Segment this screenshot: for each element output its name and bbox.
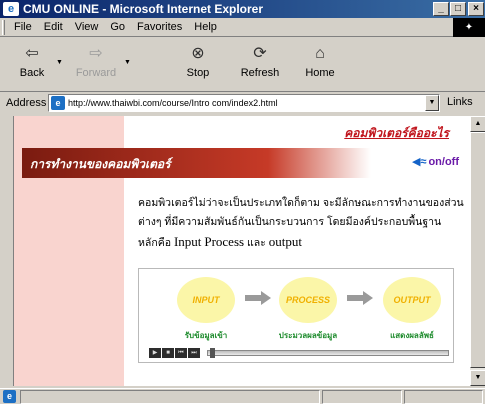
refresh-icon: ⟳ bbox=[253, 45, 267, 62]
menu-go[interactable]: Go bbox=[104, 21, 131, 33]
process-caption: ประมวลผลข้อมูล bbox=[278, 331, 338, 340]
menu-file[interactable]: File bbox=[8, 21, 38, 33]
title-bar: e CMU ONLINE - Microsoft Internet Explor… bbox=[0, 0, 485, 18]
back-button[interactable]: ⇦ Back bbox=[14, 41, 50, 87]
scroll-up-icon[interactable]: ▲ bbox=[470, 116, 485, 132]
address-bar: Address e http://www.thaiwbi.com/course/… bbox=[0, 92, 485, 114]
address-input[interactable]: e http://www.thaiwbi.com/course/Intro co… bbox=[48, 94, 440, 112]
rewind-button[interactable]: ⏮ bbox=[175, 347, 187, 358]
refresh-button[interactable]: ⟳ Refresh bbox=[234, 41, 286, 87]
paragraph-line-1: คอมพิวเตอร์ไม่ว่าจะเป็นประเภทใดก็ตาม จะม… bbox=[138, 197, 464, 209]
paragraph-prefix: หลักคือ bbox=[138, 237, 172, 249]
scroll-thumb[interactable] bbox=[470, 132, 485, 368]
paragraph-line-3: หลักคือ Input Process และ output bbox=[138, 232, 468, 253]
page-viewport: คอมพิวเตอร์คืออะไร การทำงานของคอมพิวเตอร… bbox=[14, 116, 469, 386]
input-caption: รับข้อมูลเข้า bbox=[184, 331, 228, 340]
input-node: INPUT bbox=[177, 277, 235, 323]
fast-forward-button[interactable]: ⏭ bbox=[188, 347, 200, 358]
home-label: Home bbox=[305, 67, 335, 79]
banner-title: การทำงานของคอมพิวเตอร์ bbox=[30, 157, 171, 171]
term-process: Process bbox=[204, 234, 245, 249]
stop-label: Stop bbox=[186, 67, 210, 79]
menu-help[interactable]: Help bbox=[188, 21, 223, 33]
sound-toggle[interactable]: ◀≈ on/off bbox=[412, 155, 459, 168]
paragraph-line-2: ต่างๆ ที่มีความสัมพันธ์กันเป็นกระบวนการ … bbox=[138, 216, 442, 228]
window-title: CMU ONLINE - Microsoft Internet Explorer bbox=[23, 2, 264, 16]
home-icon: ⌂ bbox=[315, 45, 325, 62]
maximize-button[interactable]: □ bbox=[450, 2, 466, 16]
term-input: Input bbox=[173, 234, 202, 249]
menu-favorites[interactable]: Favorites bbox=[131, 21, 188, 33]
address-label: Address bbox=[6, 97, 47, 109]
output-node: OUTPUT bbox=[383, 277, 441, 323]
term-output: output bbox=[268, 234, 302, 249]
status-text-pane bbox=[20, 390, 320, 404]
page-icon: e bbox=[51, 96, 65, 110]
menubar-grip bbox=[2, 19, 5, 35]
output-caption: แสดงผลลัพธ์ bbox=[390, 331, 434, 340]
back-arrow-icon: ⇦ bbox=[25, 45, 39, 62]
vertical-scrollbar[interactable]: ▲ ▼ bbox=[469, 116, 485, 386]
left-frame bbox=[0, 116, 14, 386]
status-security-pane bbox=[404, 390, 483, 404]
minimize-button[interactable]: _ bbox=[433, 2, 449, 16]
arrow-icon bbox=[347, 291, 373, 305]
play-button[interactable]: ▶ bbox=[149, 347, 161, 358]
ie-logo-icon: e bbox=[3, 2, 19, 16]
menu-view[interactable]: View bbox=[69, 21, 105, 33]
and-word: และ bbox=[246, 237, 266, 249]
sound-toggle-label: on/off bbox=[428, 156, 459, 168]
back-dropdown-icon[interactable]: ▼ bbox=[56, 59, 63, 66]
menu-bar: File Edit View Go Favorites Help ✦ bbox=[0, 18, 485, 37]
stop-media-button[interactable]: ■ bbox=[162, 347, 174, 358]
seek-handle[interactable] bbox=[210, 347, 215, 358]
stop-button[interactable]: ⊗ Stop bbox=[180, 41, 216, 87]
forward-dropdown-icon[interactable]: ▼ bbox=[124, 59, 131, 66]
throbber-icon: ✦ bbox=[453, 18, 485, 37]
process-node: PROCESS bbox=[279, 277, 337, 323]
scroll-down-icon[interactable]: ▼ bbox=[470, 370, 485, 386]
stop-icon: ⊗ bbox=[191, 45, 205, 62]
speaker-icon: ◀≈ bbox=[411, 156, 427, 168]
address-dropdown-icon[interactable]: ▼ bbox=[425, 95, 439, 111]
links-button[interactable]: Links bbox=[447, 96, 473, 108]
status-page-icon: e bbox=[3, 390, 16, 403]
status-zone-pane bbox=[322, 390, 402, 404]
forward-button[interactable]: ⇨ Forward bbox=[74, 41, 118, 87]
back-label: Back bbox=[19, 67, 45, 79]
page-heading-link[interactable]: คอมพิวเตอร์คืออะไร bbox=[344, 124, 449, 143]
body-paragraph: คอมพิวเตอร์ไม่ว่าจะเป็นประเภทใดก็ตาม จะม… bbox=[138, 194, 468, 253]
ipo-diagram: INPUT PROCESS OUTPUT รับข้อมูลเข้า ประมว… bbox=[138, 268, 454, 363]
forward-arrow-icon: ⇨ bbox=[89, 45, 103, 62]
forward-label: Forward bbox=[75, 67, 117, 79]
media-seek-bar[interactable] bbox=[207, 347, 449, 358]
standard-toolbar: ⇦ Back ▼ ⇨ Forward ▼ ⊗ Stop ⟳ Refresh ⌂ … bbox=[0, 37, 485, 92]
refresh-label: Refresh bbox=[240, 67, 280, 79]
close-button[interactable]: × bbox=[468, 2, 484, 16]
address-url[interactable]: http://www.thaiwbi.com/course/Intro com/… bbox=[68, 98, 278, 108]
section-banner: การทำงานของคอมพิวเตอร์ ◀≈ on/off bbox=[22, 148, 469, 178]
menu-edit[interactable]: Edit bbox=[38, 21, 69, 33]
media-player-controls: ▶ ■ ⏮ ⏭ bbox=[149, 347, 449, 358]
status-bar: e bbox=[0, 388, 485, 404]
home-button[interactable]: ⌂ Home bbox=[300, 41, 340, 87]
arrow-icon bbox=[245, 291, 271, 305]
